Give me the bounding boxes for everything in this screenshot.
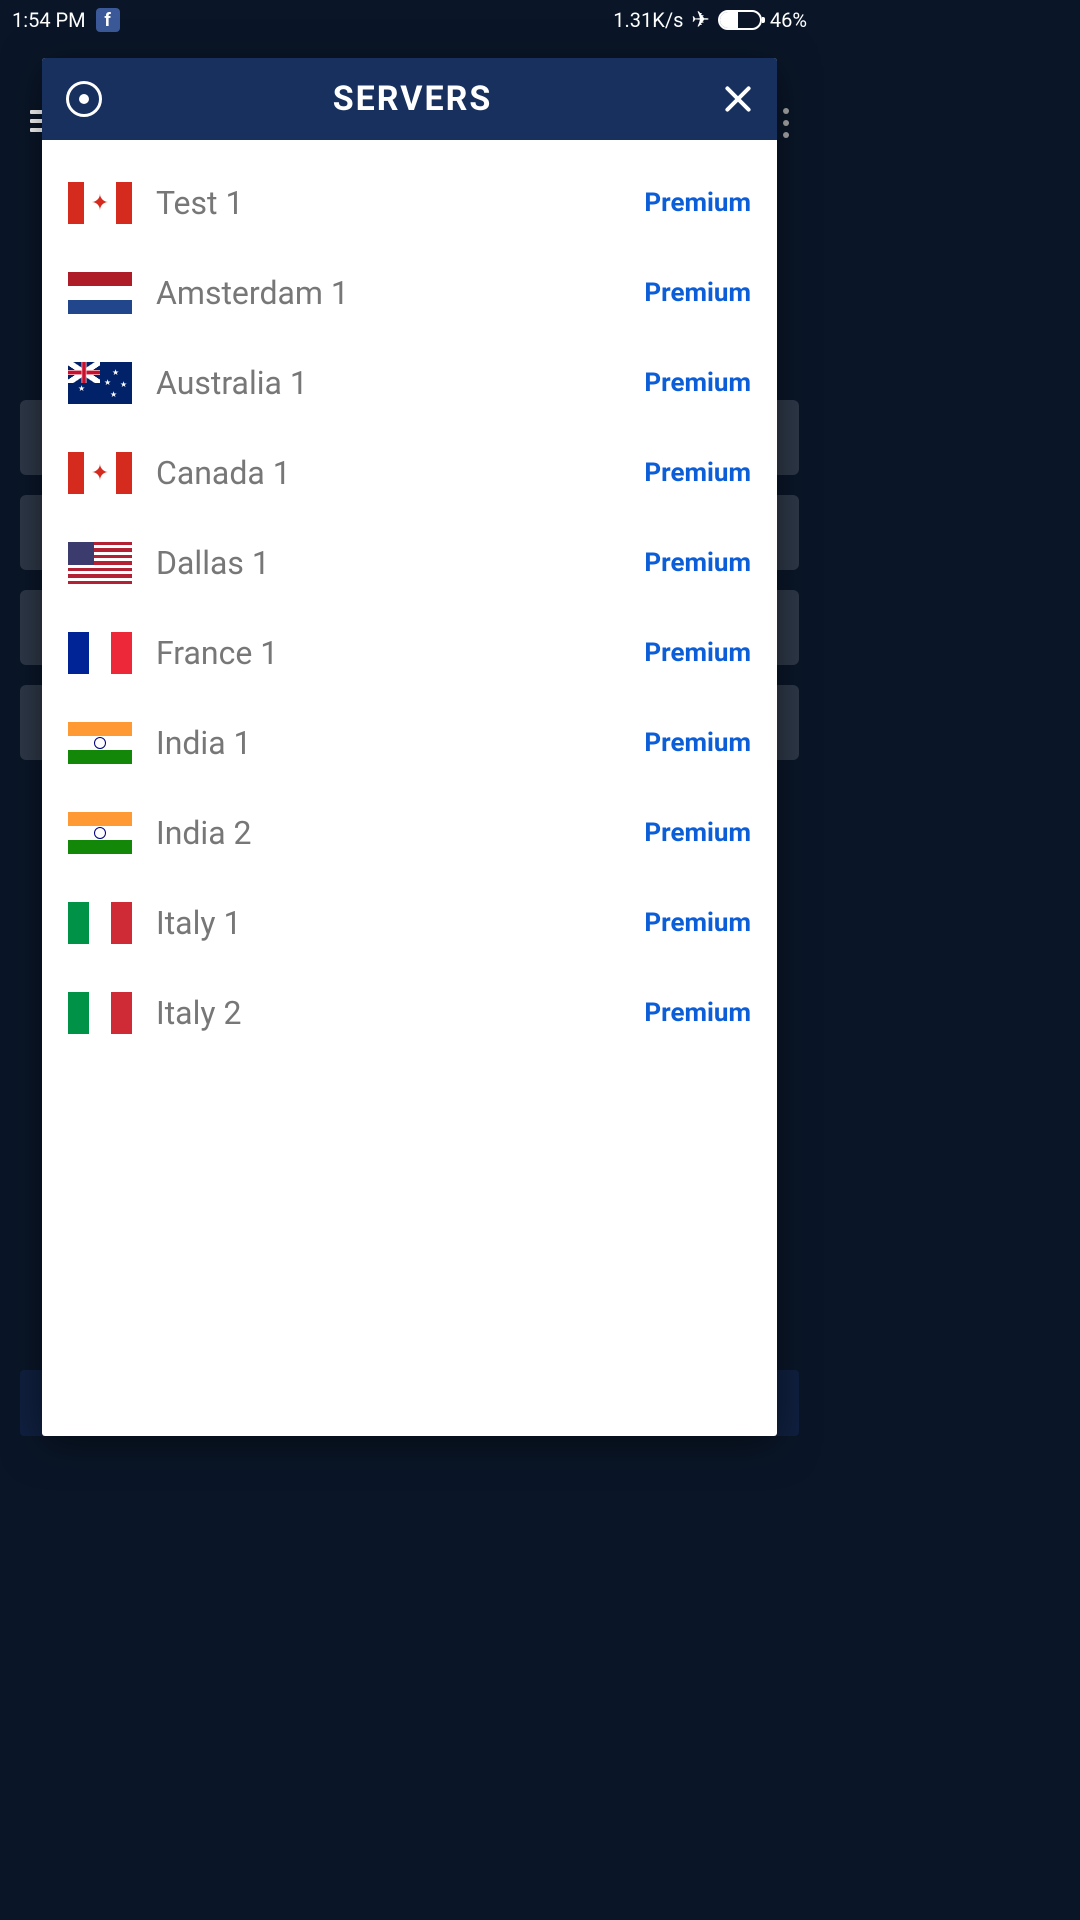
server-name: Italy 2 [156,994,620,1032]
modal-header: SERVERS [42,58,777,140]
server-item[interactable]: India 1 Premium [42,698,777,788]
premium-badge: Premium [644,998,751,1028]
status-left: 1:54 PM f [12,8,120,32]
status-bar: 1:54 PM f 1.31K/s ✈ 46% [0,0,819,40]
server-name: India 2 [156,814,620,852]
flag-icon [68,812,132,854]
server-name: Amsterdam 1 [156,274,620,312]
more-icon [783,108,789,138]
close-icon[interactable] [723,84,753,114]
premium-badge: Premium [644,188,751,218]
location-icon [66,81,102,117]
server-name: Australia 1 [156,364,620,402]
servers-modal: SERVERS ✦ Test 1 Premium Amsterdam 1 Premium… [42,58,777,1436]
flag-icon [68,632,132,674]
server-item[interactable]: ★★★★★ Australia 1 Premium [42,338,777,428]
premium-badge: Premium [644,368,751,398]
server-item[interactable]: Italy 2 Premium [42,968,777,1058]
modal-title: SERVERS [333,79,493,119]
facebook-icon: f [96,8,120,32]
flag-icon [68,722,132,764]
airplane-icon: ✈ [691,8,709,33]
status-battery-pct: 46% [770,8,807,32]
premium-badge: Premium [644,908,751,938]
flag-icon: ★★★★★ [68,362,132,404]
server-item[interactable]: ✦ Canada 1 Premium [42,428,777,518]
premium-badge: Premium [644,728,751,758]
status-speed: 1.31K/s [613,8,683,32]
server-name: Canada 1 [156,454,620,492]
server-name: Test 1 [156,184,620,222]
flag-icon [68,902,132,944]
server-item[interactable]: France 1 Premium [42,608,777,698]
server-name: France 1 [156,634,620,672]
flag-icon [68,272,132,314]
premium-badge: Premium [644,458,751,488]
premium-badge: Premium [644,548,751,578]
flag-icon [68,992,132,1034]
flag-icon [68,542,132,584]
premium-badge: Premium [644,818,751,848]
flag-icon: ✦ [68,182,132,224]
server-item[interactable]: Dallas 1 Premium [42,518,777,608]
status-time: 1:54 PM [12,8,86,32]
status-right: 1.31K/s ✈ 46% [613,8,807,33]
server-name: Italy 1 [156,904,620,942]
server-item[interactable]: Amsterdam 1 Premium [42,248,777,338]
flag-icon: ✦ [68,452,132,494]
server-item[interactable]: Italy 1 Premium [42,878,777,968]
server-name: India 1 [156,724,620,762]
server-name: Dallas 1 [156,544,620,582]
server-list[interactable]: ✦ Test 1 Premium Amsterdam 1 Premium ★★★★★ Aus… [42,140,777,1436]
battery-icon [718,10,762,30]
server-item[interactable]: ✦ Test 1 Premium [42,158,777,248]
premium-badge: Premium [644,278,751,308]
server-item[interactable]: India 2 Premium [42,788,777,878]
premium-badge: Premium [644,638,751,668]
